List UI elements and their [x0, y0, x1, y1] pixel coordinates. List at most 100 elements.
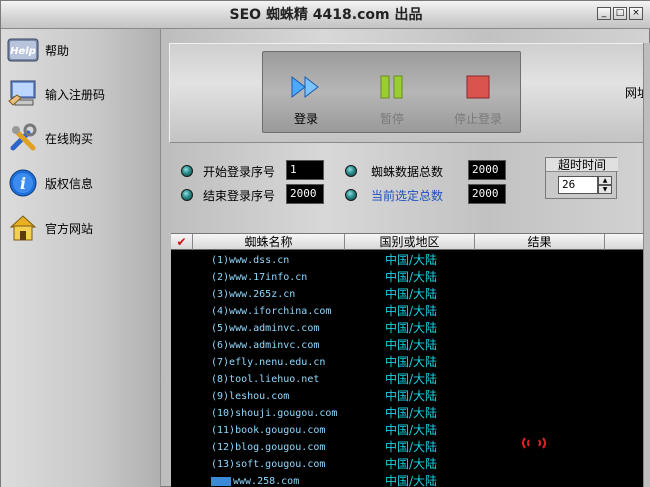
sidebar: Help 帮助 输入注册码 在线购买 i 版权信息 官方网站 [1, 29, 161, 487]
spider-region: 中国/大陆 [385, 287, 438, 301]
spider-name: www.258.com [211, 473, 299, 487]
spin-down-button[interactable]: ▼ [598, 185, 612, 194]
table-row[interactable]: (5)www.adminvc.com 中国/大陆 [171, 320, 650, 337]
column-spider-name[interactable]: 蜘蛛名称 [193, 234, 345, 250]
sidebar-item-label: 版权信息 [45, 176, 94, 191]
table-row[interactable]: (8)tool.liehuo.net 中国/大陆 [171, 371, 650, 388]
start-index-radio[interactable] [181, 165, 193, 177]
pause-label: 暂停 [379, 112, 404, 126]
spider-name: (8)tool.liehuo.net [211, 374, 320, 385]
total-count-value: 2000 [468, 160, 506, 180]
table-row[interactable]: (1)www.dss.cn 中国/大陆 [171, 252, 650, 269]
table-row[interactable]: (10)shouji.gougou.com 中国/大陆 [171, 405, 650, 422]
table-row[interactable]: (12)blog.gougou.com 中国/大陆 [171, 439, 650, 456]
spider-region: 中国/大陆 [385, 372, 438, 386]
spider-name: (10)shouji.gougou.com [211, 408, 338, 419]
select-all-check-icon[interactable]: ✔ [171, 234, 193, 250]
minimize-button[interactable]: _ [597, 7, 611, 20]
spider-name: (5)www.adminvc.com [211, 323, 320, 334]
sidebar-item-copyright[interactable]: i 版权信息 [7, 164, 157, 202]
spider-region: 中国/大陆 [385, 474, 438, 487]
table-header: ✔ 蜘蛛名称 国别或地区 结果 [171, 234, 650, 250]
spider-region: 中国/大陆 [385, 270, 438, 284]
table-row[interactable]: (3)www.265z.cn 中国/大陆 [171, 286, 650, 303]
computer-icon [7, 78, 39, 110]
table-row[interactable]: (7)efly.nenu.edu.cn 中国/大陆 [171, 354, 650, 371]
app-window: SEO 蜘蛛精 4418.com 出品 _ □ × Help 帮助 输入注册码 … [0, 0, 650, 487]
column-result[interactable]: 结果 [475, 234, 605, 250]
sidebar-item-buy-online[interactable]: 在线购买 [7, 119, 157, 157]
spider-region: 中国/大陆 [385, 389, 438, 403]
spider-region: 中国/大陆 [385, 304, 438, 318]
spider-name: (12)blog.gougou.com [211, 442, 326, 453]
table-row[interactable]: (11)book.gougou.com 中国/大陆 [171, 422, 650, 439]
table-row[interactable]: (6)www.adminvc.com 中国/大陆 [171, 337, 650, 354]
table-row[interactable]: (13)soft.gougou.com 中国/大陆 [171, 456, 650, 473]
table-row[interactable]: www.258.com 中国/大陆 [171, 473, 650, 487]
svg-text:i: i [20, 174, 26, 193]
spider-region: 中国/大陆 [385, 423, 438, 437]
highlight-marker-icon [211, 476, 231, 486]
end-index-radio[interactable] [181, 189, 193, 201]
info-icon: i [7, 167, 39, 199]
spider-region: 中国/大陆 [385, 355, 438, 369]
action-button-group: 登录 暂停 停止登录 [262, 51, 521, 133]
spider-name: (4)www.iforchina.com [211, 306, 332, 317]
vertical-scrollbar[interactable] [643, 43, 650, 487]
spider-name: (7)efly.nenu.edu.cn [211, 357, 326, 368]
maximize-button[interactable]: □ [613, 7, 627, 20]
close-button[interactable]: × [629, 7, 643, 20]
sidebar-item-label: 在线购买 [45, 131, 94, 146]
end-index-label: 结束登录序号 [203, 189, 276, 203]
selected-count-radio[interactable] [345, 189, 357, 201]
title-bar: SEO 蜘蛛精 4418.com 出品 _ □ × [1, 1, 650, 29]
table-row[interactable]: (2)www.17info.cn 中国/大陆 [171, 269, 650, 286]
sidebar-item-help[interactable]: Help 帮助 [7, 31, 157, 69]
total-count-radio[interactable] [345, 165, 357, 177]
spider-region: 中国/大陆 [385, 253, 438, 267]
start-index-label: 开始登录序号 [203, 165, 276, 179]
sidebar-item-official-site[interactable]: 官方网站 [7, 209, 157, 247]
login-button[interactable]: 登录 [263, 52, 349, 134]
spider-name: (13)soft.gougou.com [211, 459, 326, 470]
spider-name: (9)leshou.com [211, 391, 290, 402]
selected-count-label[interactable]: 当前选定总数 [371, 187, 443, 204]
sidebar-item-label: 输入注册码 [45, 87, 106, 102]
sidebar-item-label: 官方网站 [45, 221, 94, 236]
home-icon [7, 212, 39, 244]
signal-icon [519, 436, 549, 450]
sidebar-item-label: 帮助 [45, 43, 70, 58]
svg-text:Help: Help [10, 46, 36, 57]
spider-region: 中国/大陆 [385, 338, 438, 352]
spider-region: 中国/大陆 [385, 321, 438, 335]
stop-button[interactable]: 停止登录 [435, 52, 521, 134]
column-region[interactable]: 国别或地区 [345, 234, 475, 250]
stop-label: 停止登录 [453, 112, 502, 126]
window-title: SEO 蜘蛛精 4418.com 出品 [229, 7, 423, 23]
spider-region: 中国/大陆 [385, 457, 438, 471]
spin-up-button[interactable]: ▲ [598, 176, 612, 185]
spider-name: (6)www.adminvc.com [211, 340, 320, 351]
table-row[interactable]: (9)leshou.com 中国/大陆 [171, 388, 650, 405]
help-icon: Help [7, 34, 39, 66]
play-forward-icon [290, 74, 322, 100]
start-index-input[interactable]: 1 [286, 160, 324, 180]
total-count-label: 蜘蛛数据总数 [371, 165, 444, 179]
end-index-input[interactable]: 2000 [286, 184, 324, 204]
timeout-group: 超时时间 26 ▲ ▼ [545, 157, 618, 199]
spider-name: (2)www.17info.cn [211, 272, 308, 283]
timeout-input[interactable]: 26 [558, 176, 598, 194]
pause-button[interactable]: 暂停 [349, 52, 435, 134]
table-row[interactable]: (4)www.iforchina.com 中国/大陆 [171, 303, 650, 320]
spider-table: ✔ 蜘蛛名称 国别或地区 结果 (1)www.dss.cn 中国/大陆 (2)w… [171, 233, 650, 487]
pause-icon [376, 74, 408, 100]
sidebar-item-register[interactable]: 输入注册码 [7, 75, 157, 113]
spider-region: 中国/大陆 [385, 440, 438, 454]
timeout-label: 超时时间 [546, 158, 618, 172]
spider-region: 中国/大陆 [385, 406, 438, 420]
spider-name: (3)www.265z.cn [211, 289, 296, 300]
tools-icon [7, 122, 39, 154]
spider-name: (11)book.gougou.com [211, 425, 326, 436]
selected-count-value: 2000 [468, 184, 506, 204]
stop-icon [462, 74, 494, 100]
